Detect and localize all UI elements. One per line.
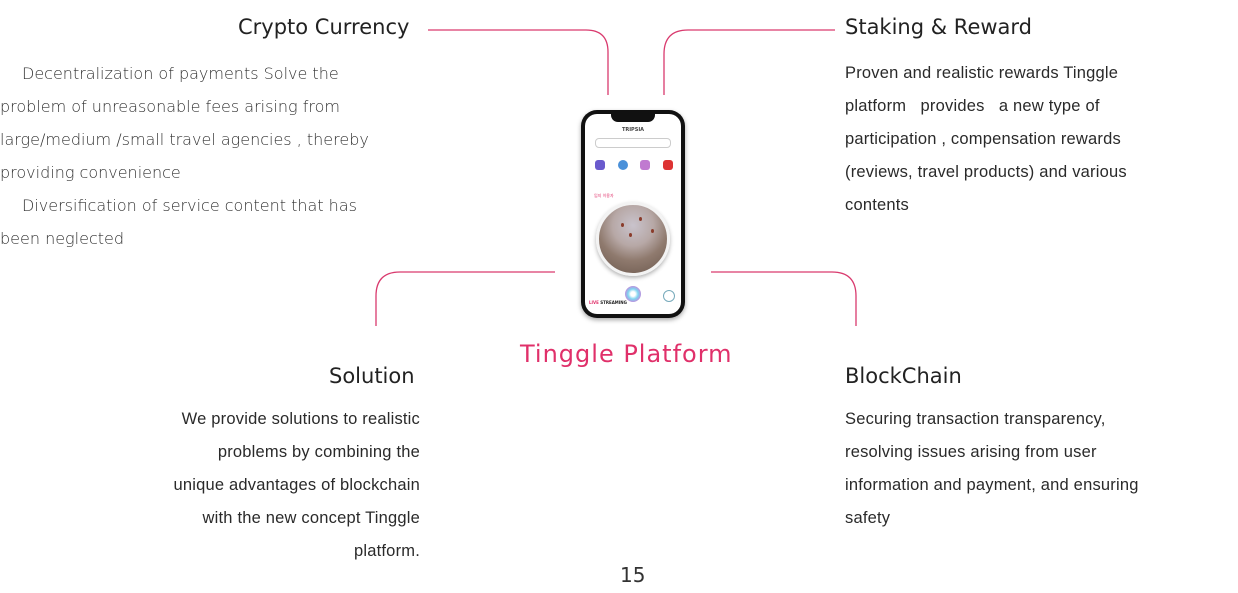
- app-search-bar: [595, 138, 671, 148]
- connector-staking: [663, 29, 835, 95]
- blockchain-text: Securing transaction transparency, resol…: [845, 403, 1235, 535]
- staking-title: Staking & Reward: [845, 15, 1033, 39]
- live-stream-button: [625, 286, 641, 302]
- solution-line: problems by combining the: [217, 443, 420, 461]
- solution-line: platform.: [354, 542, 420, 560]
- balloon: [621, 223, 624, 227]
- connector-blockchain: [711, 271, 857, 326]
- platform-label: Tinggle Platform: [520, 340, 733, 368]
- crypto-line: Diversification of service content that …: [22, 196, 357, 215]
- blockchain-line: resolving issues arising from user: [845, 443, 1097, 461]
- crypto-title: Crypto Currency: [238, 15, 410, 39]
- plane-icon: [640, 160, 651, 170]
- category-icon: [595, 160, 605, 170]
- crypto-line: problem of unreasonable fees arising fro…: [0, 97, 340, 116]
- connector-crypto: [428, 29, 609, 95]
- app-title: TRIPSIA: [621, 127, 645, 133]
- connector-solution: [375, 271, 555, 326]
- blockchain-line: safety: [845, 509, 891, 527]
- crypto-line: large/medium /small travel agencies , th…: [0, 130, 369, 149]
- phone-screen: TRIPSIA 임지 이용자 LIVE STREAMING: [585, 114, 681, 314]
- balloon: [629, 233, 632, 237]
- app-category-row: [595, 160, 673, 170]
- balloon: [651, 229, 654, 233]
- app-section-label: 임지 이용자: [594, 193, 614, 198]
- blockchain-line: information and payment, and ensuring: [845, 476, 1139, 494]
- blockchain-line: Securing transaction transparency,: [845, 410, 1106, 428]
- staking-line: contents: [845, 196, 909, 214]
- staking-line: participation , compensation rewards: [845, 130, 1121, 148]
- staking-line: platform provides a new type of: [845, 97, 1100, 115]
- crypto-line: providing convenience: [0, 163, 181, 182]
- crypto-line: Decentralization of payments Solve the: [22, 64, 339, 83]
- solution-line: We provide solutions to realistic: [181, 410, 420, 428]
- solution-line: unique advantages of blockchain: [173, 476, 420, 494]
- phone-mockup: TRIPSIA 임지 이용자 LIVE STREAMING: [581, 110, 685, 318]
- balloon-photo: [596, 202, 670, 276]
- staking-line: (reviews, travel products) and various: [845, 163, 1127, 181]
- staking-line: Proven and realistic rewards Tinggle: [845, 64, 1119, 82]
- solution-title: Solution: [329, 364, 415, 388]
- crypto-text: Decentralization of payments Solve the p…: [0, 57, 418, 255]
- crypto-line: been neglected: [0, 229, 125, 248]
- staking-text: Proven and realistic rewards Tinggle pla…: [845, 57, 1215, 222]
- category-icon: [617, 160, 628, 170]
- app-secondary-button: [663, 290, 675, 302]
- category-icon: [662, 160, 673, 170]
- phone-notch: [611, 114, 655, 122]
- blockchain-title: BlockChain: [845, 364, 962, 388]
- solution-text: We provide solutions to realistic proble…: [60, 403, 420, 568]
- live-streaming-label: LIVE STREAMING: [589, 300, 627, 305]
- balloon: [639, 217, 642, 221]
- page-number: 15: [620, 563, 646, 587]
- solution-line: with the new concept Tinggle: [202, 509, 420, 527]
